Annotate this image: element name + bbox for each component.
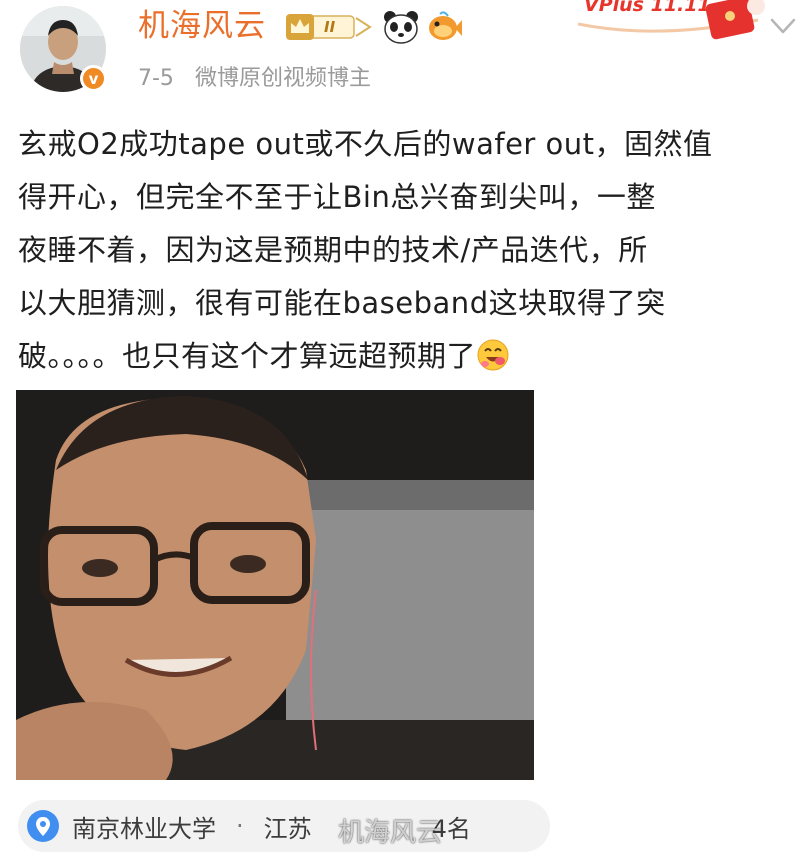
post-line: 玄戒O2成功tape out或不久后的wafer out，固然值 xyxy=(18,127,713,161)
chevron-down-icon[interactable] xyxy=(768,14,798,38)
level-badge-label: II xyxy=(324,18,336,36)
username[interactable]: 机海风云 xyxy=(138,6,266,46)
post-line: 夜睡不着，因为这是预期中的技术/产品迭代，所 xyxy=(18,233,648,267)
post-header: v 机海风云 II 7-5 微博原创视频博主 VPlus 11.11 xyxy=(0,0,805,110)
location-pin-icon xyxy=(27,810,59,842)
watermark: 机海风云 xyxy=(338,812,442,849)
vplus-label: VPlus 11.11 xyxy=(584,0,711,16)
post-body: 玄戒O2成功tape out或不久后的wafer out，固然值 得开心，但完全… xyxy=(18,118,788,383)
fish-icon[interactable] xyxy=(426,10,462,44)
location-tag[interactable]: 南京林业大学 · 江苏 4名 xyxy=(18,800,550,852)
user-description: 微博原创视频博主 xyxy=(194,66,371,91)
post-line-last: 破。。。。也只有这个才算远超预期了 xyxy=(18,330,788,383)
post-meta: 7-5 微博原创视频博主 xyxy=(138,64,371,94)
post-line: 得开心，但完全不至于让Bin总兴奋到尖叫，一整 xyxy=(18,180,656,214)
vplus-promo-banner[interactable]: VPlus 11.11 xyxy=(578,0,778,40)
post-date: 7-5 xyxy=(138,66,174,91)
verified-badge-label: v xyxy=(88,69,99,88)
location-place: 南京林业大学 xyxy=(72,814,216,843)
location-region: 江苏 xyxy=(263,814,312,843)
video-thumbnail[interactable] xyxy=(16,390,534,780)
location-separator: · xyxy=(236,812,244,840)
drool-emoji-icon xyxy=(477,339,509,371)
verified-v-icon: v xyxy=(80,65,107,92)
post-line: 破。。。。也只有这个才算远超预期了 xyxy=(18,339,477,373)
watermark-text: 机海风云 xyxy=(338,818,443,848)
level-badge[interactable]: II xyxy=(286,12,376,42)
video-frame xyxy=(16,390,534,780)
panda-icon[interactable] xyxy=(382,10,420,44)
post-line: 以大胆猜测，很有可能在baseband这块取得了突 xyxy=(18,286,666,320)
